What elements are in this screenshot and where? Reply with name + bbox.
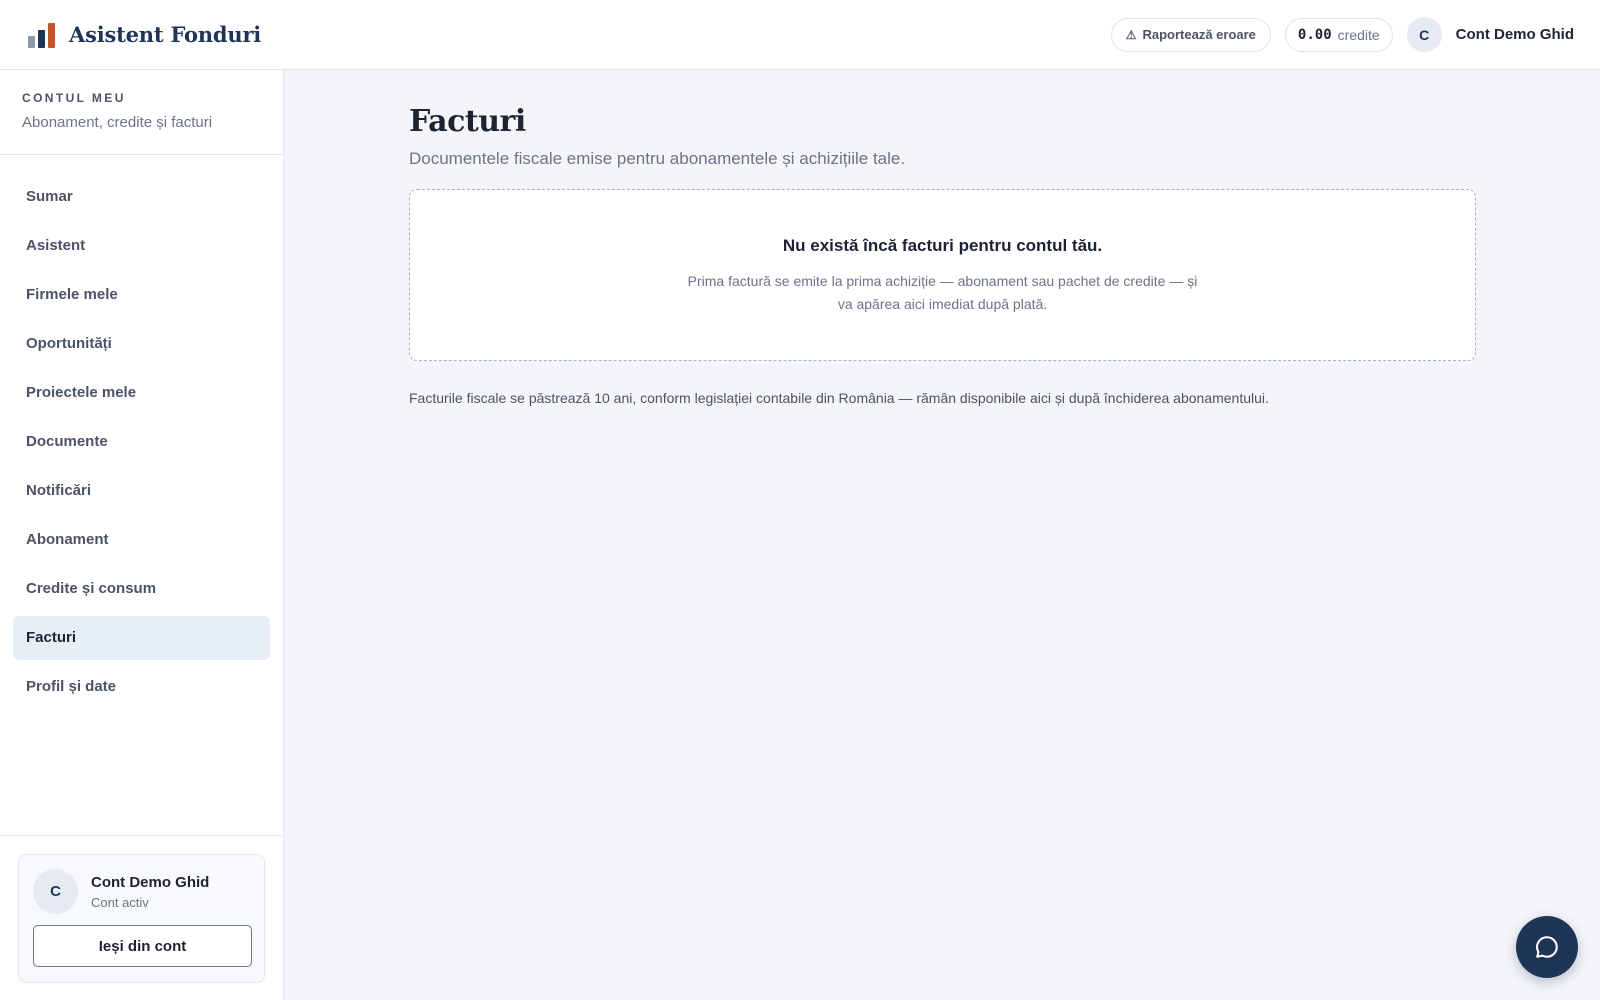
empty-invoices-state: Nu există încă facturi pentru contul tău…: [409, 189, 1476, 361]
sidebar: CONTUL MEU Abonament, credite și facturi…: [0, 70, 284, 1000]
report-error-button[interactable]: ⚠ Raportează eroare: [1110, 17, 1271, 52]
credits-balance[interactable]: 0.00 credite: [1284, 17, 1393, 52]
page-title: Facturi: [409, 104, 526, 139]
credits-amount: 0.00: [1297, 26, 1332, 43]
account-status: Cont activ: [91, 894, 149, 910]
chat-button[interactable]: [1516, 916, 1578, 978]
sidebar-item-abonament[interactable]: Abonament: [13, 518, 270, 562]
brand-name: Asistent Fonduri: [69, 22, 262, 47]
sidebar-item-documente[interactable]: Documente: [13, 420, 270, 464]
empty-state-title: Nu există încă facturi pentru contul tău…: [782, 236, 1103, 255]
sidebar-item-profil-si-date[interactable]: Profil și date: [13, 665, 270, 709]
sidebar-item-sumar[interactable]: Sumar: [13, 175, 270, 219]
bar-chart-logo-icon: [28, 22, 56, 48]
sidebar-item-facturi[interactable]: Facturi: [13, 616, 270, 660]
report-error-label: Raportează eroare: [1142, 27, 1256, 42]
sidebar-eyebrow: CONTUL MEU: [22, 91, 126, 105]
sidebar-header: CONTUL MEU Abonament, credite și facturi: [0, 70, 283, 155]
chat-bubble-icon: [1536, 936, 1558, 958]
sidebar-nav: Sumar Asistent Firmele mele Oportunități…: [0, 155, 283, 709]
sidebar-item-proiectele-mele[interactable]: Proiectele mele: [13, 371, 270, 415]
sidebar-item-oportunitati[interactable]: Oportunități: [13, 322, 270, 366]
brand[interactable]: Asistent Fonduri: [28, 22, 261, 48]
sidebar-item-firmele-mele[interactable]: Firmele mele: [13, 273, 270, 317]
sidebar-subtitle: Abonament, credite și facturi: [22, 114, 213, 131]
account-name[interactable]: Cont Demo Ghid: [1456, 26, 1574, 43]
sidebar-item-asistent[interactable]: Asistent: [13, 224, 270, 268]
logout-button[interactable]: Ieși din cont: [33, 925, 252, 967]
page-subtitle: Documentele fiscale emise pentru aboname…: [409, 149, 906, 168]
avatar[interactable]: C: [1406, 17, 1442, 52]
retention-note: Facturile fiscale se păstrează 10 ani, c…: [409, 390, 1269, 406]
user-card: C Cont Demo Ghid Cont activ Ieși din con…: [18, 854, 265, 983]
avatar: C: [33, 869, 78, 914]
empty-state-text: Prima factură se emite la prima achiziți…: [687, 273, 1198, 312]
sidebar-footer: C Cont Demo Ghid Cont activ Ieși din con…: [0, 835, 283, 1000]
user-name: Cont Demo Ghid: [91, 873, 210, 891]
sidebar-item-credite-si-consum[interactable]: Credite și consum: [13, 567, 270, 611]
warning-icon: ⚠: [1125, 27, 1137, 42]
top-bar: Asistent Fonduri ⚠ Raportează eroare 0.0…: [0, 0, 1600, 70]
credits-unit: credite: [1337, 26, 1380, 43]
sidebar-item-notificari[interactable]: Notificări: [13, 469, 270, 513]
main-content: Facturi Documentele fiscale emise pentru…: [409, 70, 1477, 406]
